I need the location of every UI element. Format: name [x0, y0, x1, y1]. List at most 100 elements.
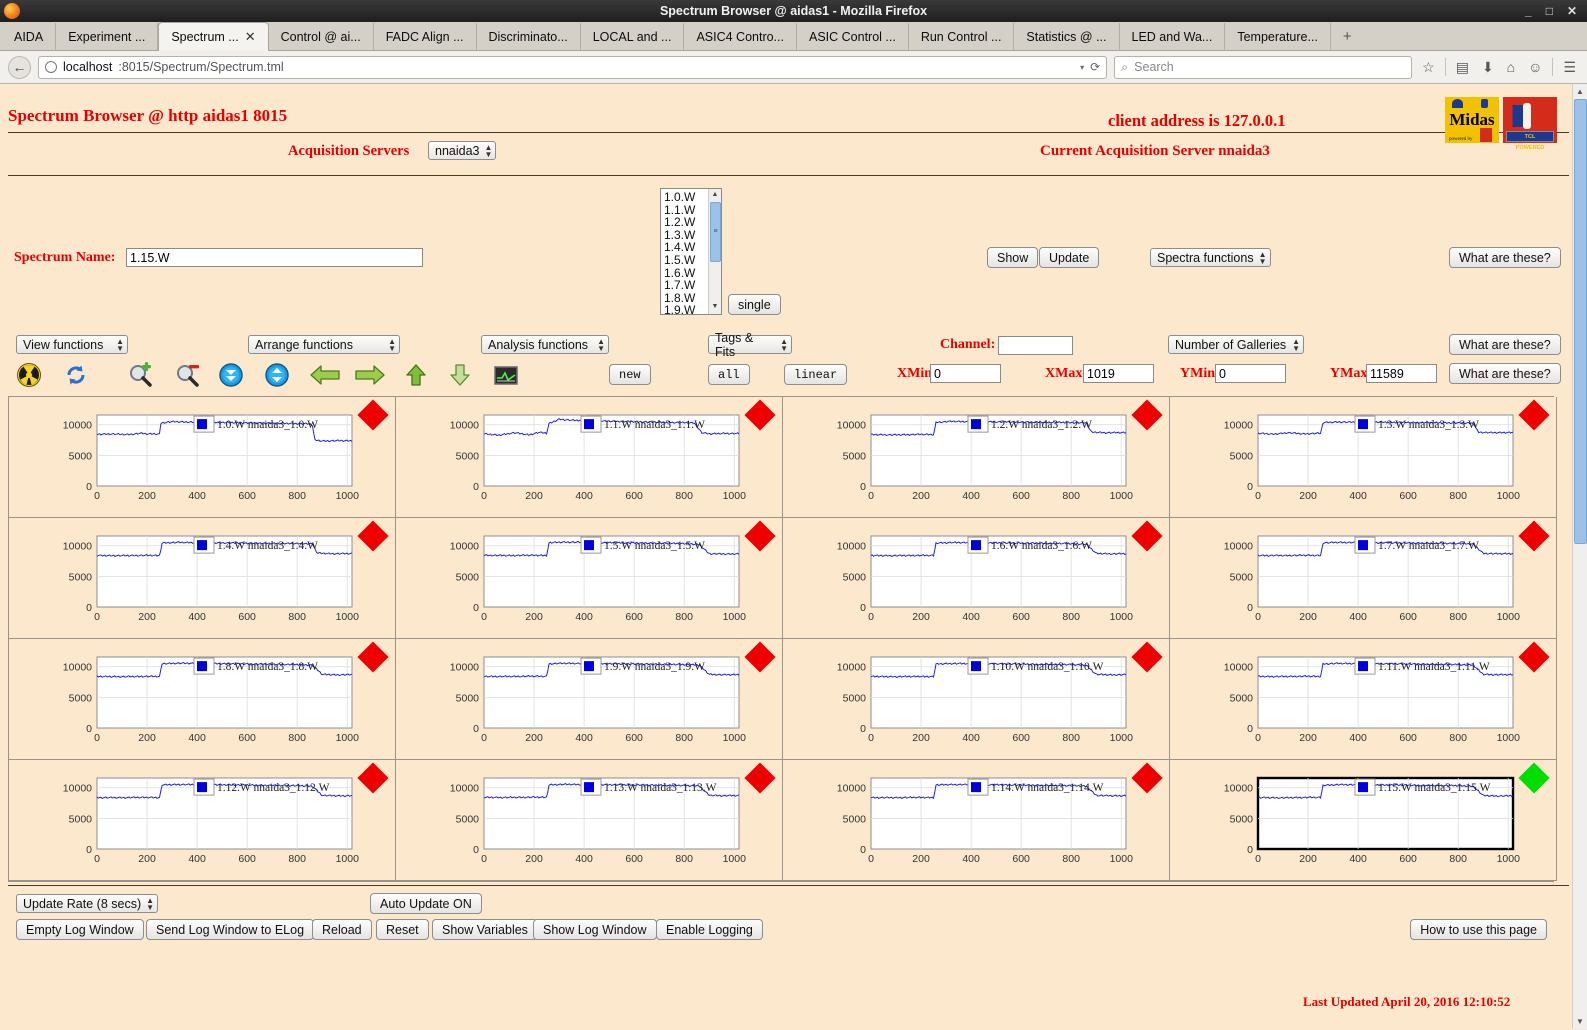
ymin-input[interactable] — [1215, 364, 1286, 383]
page-scrollbar[interactable]: ▲ ▼ — [1572, 84, 1587, 1029]
show-button[interactable]: Show — [987, 247, 1038, 268]
spectra-functions-select[interactable]: Spectra functions ▲▼ — [1150, 248, 1271, 267]
spectrum-cell-1.6.W[interactable]: 0500010000020040060080010001.6.W nnaida3… — [783, 518, 1170, 639]
reset-button[interactable]: Reset — [376, 919, 429, 940]
bookmark-star-icon[interactable]: ☆ — [1419, 59, 1438, 76]
listbox-scrollbar[interactable]: ▲ ≡ ▼ — [708, 189, 721, 314]
auto-update-button[interactable]: Auto Update ON — [370, 893, 482, 914]
close-button[interactable]: ✕ — [1567, 5, 1577, 17]
empty-log-window-button[interactable]: Empty Log Window — [16, 919, 144, 940]
spectrum-plot[interactable]: 0500010000020040060080010001.6.W nnaida3… — [783, 518, 1169, 639]
ymax-input[interactable] — [1366, 364, 1437, 383]
url-bar[interactable]: localhost:8015/Spectrum/Spectrum.tml ▾ ⟳ — [38, 56, 1107, 79]
expand-icon[interactable] — [264, 362, 290, 388]
browser-tab-0[interactable]: AIDA — [2, 23, 56, 50]
spectrum-cell-1.0.W[interactable]: 0500010000020040060080010001.0.W nnaida3… — [9, 397, 396, 518]
feedback-smiley-icon[interactable]: ☺ — [1525, 59, 1545, 75]
show-variables-button[interactable]: Show Variables — [432, 919, 538, 940]
analysis-functions-select[interactable]: Analysis functions ▲▼ — [481, 335, 609, 354]
tab-close-icon[interactable]: ✕ — [245, 29, 256, 45]
minimize-button[interactable]: _ — [1525, 5, 1532, 17]
spectrum-cell-1.4.W[interactable]: 0500010000020040060080010001.4.W nnaida3… — [9, 518, 396, 639]
search-input[interactable]: ⌕ Search — [1114, 56, 1412, 79]
spectrum-plot[interactable]: 0500010000020040060080010001.9.W nnaida3… — [396, 639, 782, 760]
spectrum-plot[interactable]: 0500010000020040060080010001.11.W nnaida… — [1170, 639, 1556, 760]
new-button[interactable]: new — [609, 364, 651, 385]
spectrum-cell-1.12.W[interactable]: 0500010000020040060080010001.12.W nnaida… — [9, 760, 396, 881]
browser-tab-5[interactable]: Discriminato... — [477, 23, 581, 50]
spectrum-cell-1.5.W[interactable]: 0500010000020040060080010001.5.W nnaida3… — [396, 518, 783, 639]
reader-list-icon[interactable]: ▤ — [1453, 59, 1472, 76]
spectrum-cell-1.13.W[interactable]: 0500010000020040060080010001.13.W nnaida… — [396, 760, 783, 881]
spectrum-cell-1.11.W[interactable]: 0500010000020040060080010001.11.W nnaida… — [1170, 639, 1557, 760]
chevron-down-icon[interactable]: ▾ — [1080, 63, 1084, 72]
spectrum-plot[interactable]: 0500010000020040060080010001.8.W nnaida3… — [9, 639, 395, 760]
single-button[interactable]: single — [728, 294, 781, 315]
browser-tab-12[interactable]: Temperature... — [1225, 23, 1331, 50]
arrow-up-icon[interactable] — [403, 362, 429, 388]
spectrum-plot[interactable]: 0500010000020040060080010001.15.W nnaida… — [1170, 760, 1556, 881]
reload-button[interactable]: Reload — [312, 919, 372, 940]
new-tab-button[interactable]: + — [1331, 23, 1364, 50]
radiation-icon[interactable] — [16, 362, 42, 388]
plot-grid-icon[interactable] — [493, 362, 519, 388]
spectrum-cell-1.1.W[interactable]: 0500010000020040060080010001.1.W nnaida3… — [396, 397, 783, 518]
how-to-use-button[interactable]: How to use this page — [1410, 919, 1547, 940]
spectrum-cell-1.14.W[interactable]: 0500010000020040060080010001.14.W nnaida… — [783, 760, 1170, 881]
spectrum-plot[interactable]: 0500010000020040060080010001.10.W nnaida… — [783, 639, 1169, 760]
spectrum-cell-1.15.W[interactable]: 0500010000020040060080010001.15.W nnaida… — [1170, 760, 1557, 881]
spectrum-cell-1.7.W[interactable]: 0500010000020040060080010001.7.W nnaida3… — [1170, 518, 1557, 639]
spectrum-name-input[interactable] — [126, 248, 423, 267]
arrange-functions-select[interactable]: Arrange functions ▲▼ — [248, 335, 400, 354]
browser-tab-7[interactable]: ASIC4 Contro... — [684, 23, 797, 50]
spectrum-plot[interactable]: 0500010000020040060080010001.4.W nnaida3… — [9, 518, 395, 639]
acquisition-server-select[interactable]: nnaida3 ▲▼ — [428, 141, 496, 160]
home-icon[interactable]: ⌂ — [1504, 59, 1518, 75]
update-button[interactable]: Update — [1039, 247, 1099, 268]
arrow-right-icon[interactable] — [353, 362, 387, 388]
what-are-these-button-3[interactable]: What are these? — [1449, 363, 1561, 384]
tags-and-fits-select[interactable]: Tags & Fits ▲▼ — [708, 335, 792, 354]
scale-mode-button[interactable]: linear — [784, 364, 847, 385]
browser-tab-9[interactable]: Run Control ... — [909, 23, 1015, 50]
spectrum-cell-1.3.W[interactable]: 0500010000020040060080010001.3.W nnaida3… — [1170, 397, 1557, 518]
update-rate-select[interactable]: Update Rate (8 secs) ▲▼ — [16, 894, 158, 913]
zoom-in-icon[interactable] — [127, 362, 153, 388]
refresh-icon[interactable] — [63, 362, 89, 388]
maximize-button[interactable]: □ — [1546, 5, 1553, 17]
spectrum-plot[interactable]: 0500010000020040060080010001.1.W nnaida3… — [396, 397, 782, 518]
browser-tab-2[interactable]: Spectrum ...✕ — [158, 22, 268, 51]
downloads-icon[interactable]: ⬇ — [1479, 59, 1497, 76]
spectrum-cell-1.10.W[interactable]: 0500010000020040060080010001.10.W nnaida… — [783, 639, 1170, 760]
send-log-to-elog-button[interactable]: Send Log Window to ELog — [146, 919, 314, 940]
channel-input[interactable] — [998, 336, 1073, 355]
back-button[interactable]: ← — [8, 56, 31, 79]
spectrum-plot[interactable]: 0500010000020040060080010001.12.W nnaida… — [9, 760, 395, 881]
zoom-out-icon[interactable] — [174, 362, 200, 388]
spectrum-cell-1.2.W[interactable]: 0500010000020040060080010001.2.W nnaida3… — [783, 397, 1170, 518]
number-of-galleries-select[interactable]: Number of Galleries ▲▼ — [1168, 335, 1304, 354]
spectrum-listbox[interactable]: 1.0.W1.1.W1.2.W1.3.W1.4.W1.5.W1.6.W1.7.W… — [660, 188, 722, 315]
spectrum-plot[interactable]: 0500010000020040060080010001.3.W nnaida3… — [1170, 397, 1556, 518]
scroll-up-arrow-icon[interactable]: ▲ — [709, 189, 721, 202]
collapse-icon[interactable] — [218, 362, 244, 388]
xmax-input[interactable] — [1083, 364, 1154, 383]
spectrum-cell-1.9.W[interactable]: 0500010000020040060080010001.9.W nnaida3… — [396, 639, 783, 760]
arrow-down-icon[interactable] — [447, 362, 473, 388]
reload-icon[interactable]: ⟳ — [1090, 60, 1100, 74]
spectrum-plot[interactable]: 0500010000020040060080010001.13.W nnaida… — [396, 760, 782, 881]
spectrum-cell-1.8.W[interactable]: 0500010000020040060080010001.8.W nnaida3… — [9, 639, 396, 760]
spectrum-plot[interactable]: 0500010000020040060080010001.5.W nnaida3… — [396, 518, 782, 639]
scroll-down-arrow-icon[interactable]: ▼ — [709, 301, 721, 314]
listbox-scroll-thumb[interactable]: ≡ — [710, 202, 721, 262]
what-are-these-button-1[interactable]: What are these? — [1449, 247, 1561, 268]
browser-tab-8[interactable]: ASIC Control ... — [797, 23, 909, 50]
view-functions-select[interactable]: View functions ▲▼ — [16, 335, 128, 354]
xmin-input[interactable] — [930, 364, 1001, 383]
spectrum-plot[interactable]: 0500010000020040060080010001.7.W nnaida3… — [1170, 518, 1556, 639]
arrow-left-icon[interactable] — [308, 362, 342, 388]
all-button[interactable]: all — [708, 364, 750, 385]
scroll-down-arrow-icon[interactable]: ▼ — [1573, 1014, 1587, 1029]
spectrum-plot[interactable]: 0500010000020040060080010001.14.W nnaida… — [783, 760, 1169, 881]
scroll-up-arrow-icon[interactable]: ▲ — [1573, 84, 1587, 99]
